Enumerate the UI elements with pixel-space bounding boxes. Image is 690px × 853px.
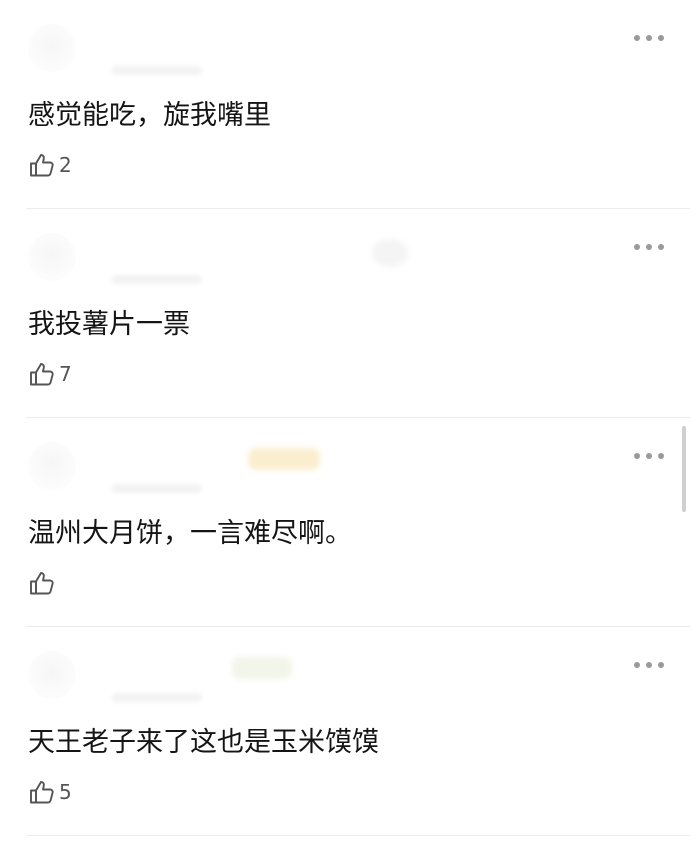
like-button[interactable]: 2 <box>28 150 72 180</box>
like-count: 2 <box>59 153 72 177</box>
thumbs-up-icon <box>30 154 54 177</box>
like-button[interactable]: 5 <box>28 777 72 807</box>
avatar[interactable] <box>28 651 76 699</box>
badge-blurred <box>372 239 408 267</box>
username-blurred <box>112 693 202 702</box>
more-options-icon[interactable] <box>634 448 664 464</box>
scrollbar[interactable] <box>682 426 686 512</box>
thumbs-up-icon <box>30 781 54 804</box>
avatar[interactable] <box>28 233 76 281</box>
username-blurred <box>112 66 202 75</box>
comment-list: 感觉能吃，旋我嘴里 2 我投薯片一票 7 温州大月饼，一言难尽啊。 天王老子来了… <box>0 0 690 853</box>
comment-text: 我投薯片一票 <box>28 309 190 340</box>
badge-blurred <box>232 657 292 679</box>
divider <box>26 835 690 836</box>
username-blurred <box>112 484 202 493</box>
avatar[interactable] <box>28 24 76 72</box>
username-blurred <box>112 275 202 284</box>
more-options-icon[interactable] <box>634 239 664 255</box>
like-button[interactable]: 7 <box>28 359 72 389</box>
avatar[interactable] <box>28 442 76 490</box>
like-count: 7 <box>59 362 72 386</box>
badge-blurred <box>248 448 320 470</box>
more-options-icon[interactable] <box>634 657 664 673</box>
thumbs-up-icon <box>30 363 54 386</box>
thumbs-up-icon <box>30 572 54 595</box>
comment-text: 感觉能吃，旋我嘴里 <box>28 100 271 131</box>
comment-text: 天王老子来了这也是玉米馍馍 <box>28 727 379 758</box>
comment-item: 温州大月饼，一言难尽啊。 <box>0 418 690 627</box>
like-count: 5 <box>59 780 72 804</box>
comment-text: 温州大月饼，一言难尽啊。 <box>28 518 352 549</box>
comment-item: 感觉能吃，旋我嘴里 2 <box>0 0 690 209</box>
comment-item: 我投薯片一票 7 <box>0 209 690 418</box>
comment-item: 天王老子来了这也是玉米馍馍 5 <box>0 627 690 836</box>
like-button[interactable] <box>28 568 59 598</box>
more-options-icon[interactable] <box>634 30 664 46</box>
